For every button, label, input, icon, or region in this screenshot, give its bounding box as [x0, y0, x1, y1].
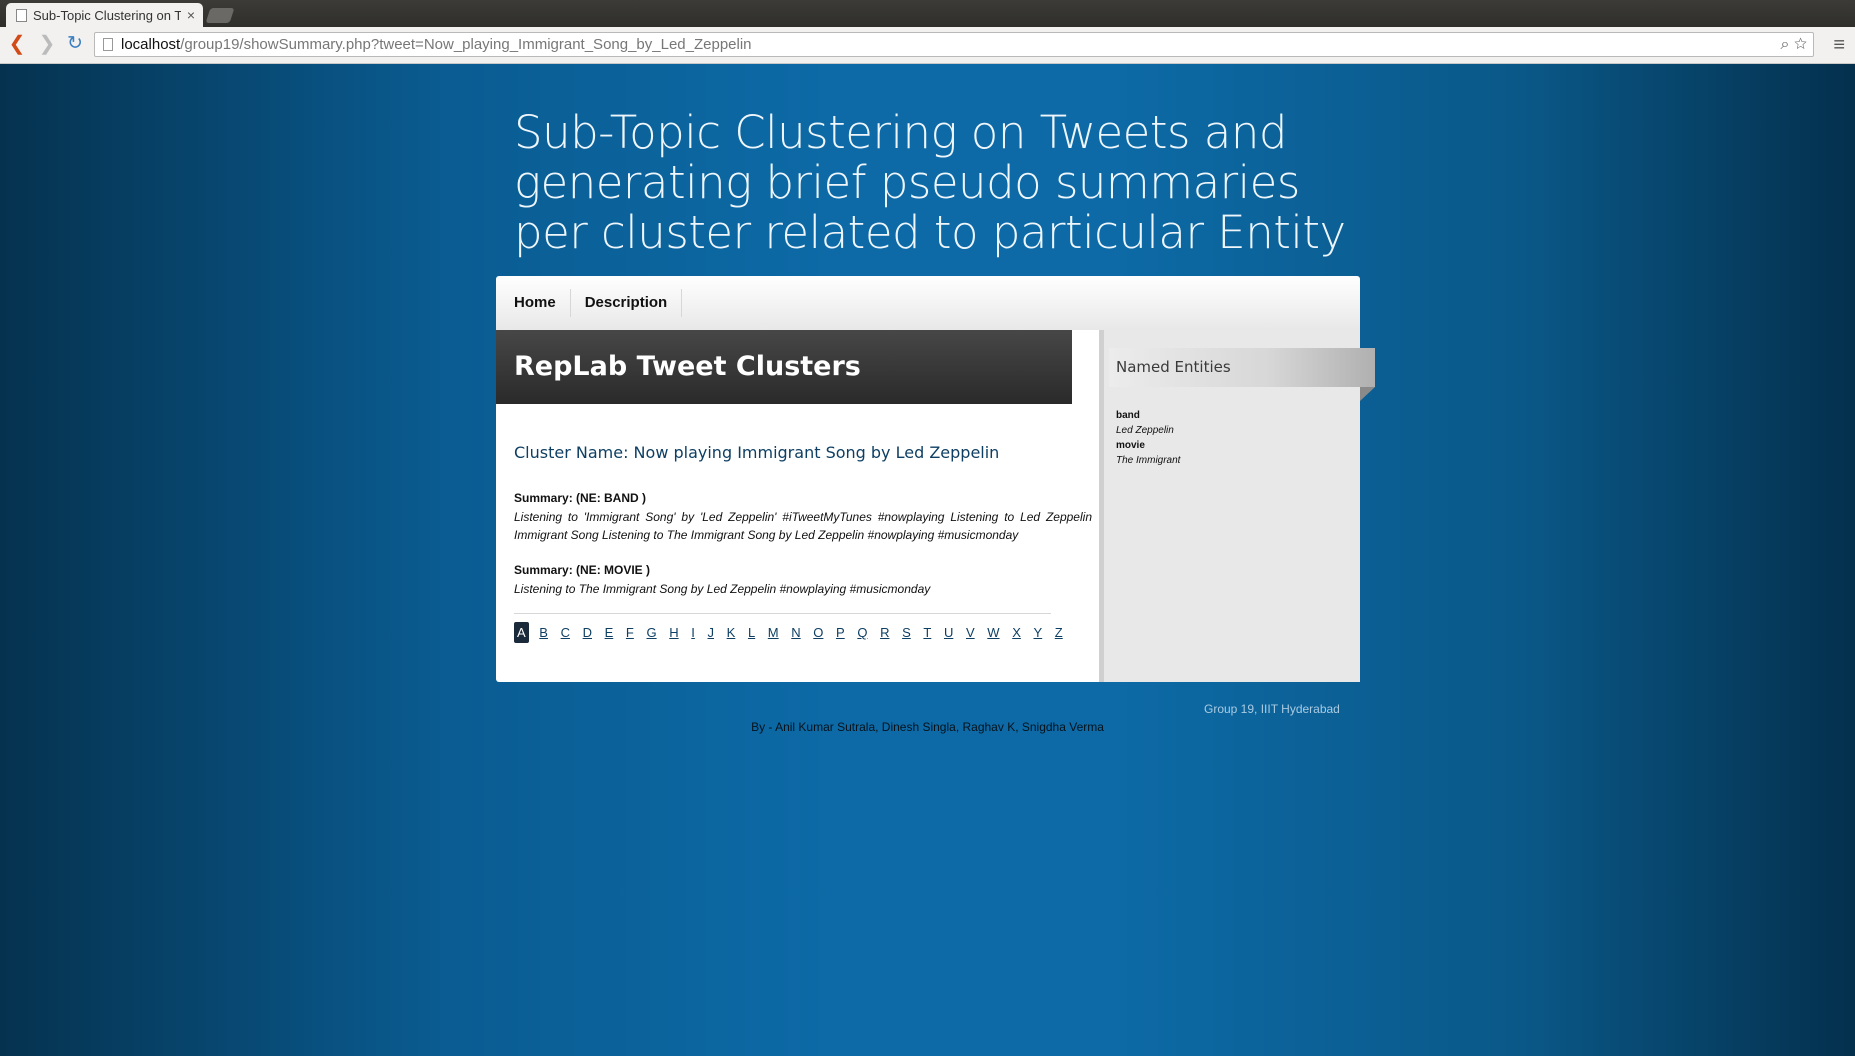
site-title: Sub-Topic Clustering on Tweets and gener…	[514, 106, 1346, 259]
footer-group: Group 19, IIIT Hyderabad	[1204, 702, 1340, 716]
content-panel: RepLab Tweet Clusters Cluster Name: Now …	[496, 330, 1375, 682]
alphabet-link-k[interactable]: K	[727, 623, 736, 642]
alphabet-link-q[interactable]: Q	[857, 623, 867, 642]
page-icon	[103, 38, 113, 51]
page-viewport: Sub-Topic Clustering on Tweets and gener…	[0, 64, 1855, 1056]
alphabet-link-m[interactable]: M	[768, 623, 779, 642]
alphabet-link-v[interactable]: V	[966, 623, 975, 642]
footer-credit: By - Anil Kumar Sutrala, Dinesh Singla, …	[751, 720, 1104, 734]
reload-icon[interactable]: ↻	[64, 33, 86, 55]
back-arrow-icon[interactable]: ❮	[6, 33, 28, 55]
alphabet-link-i[interactable]: I	[691, 623, 695, 642]
alphabet-link-w[interactable]: W	[987, 623, 999, 642]
summary-title: Summary: (NE: BAND )	[514, 491, 647, 505]
alphabet-link-l[interactable]: L	[748, 623, 755, 642]
entity-type: movie	[1116, 440, 1145, 451]
cluster-name: Cluster Name: Now playing Immigrant Song…	[514, 443, 1000, 462]
alphabet-link-s[interactable]: S	[902, 623, 911, 642]
tab-title: Sub-Topic Clustering on T	[33, 7, 181, 23]
summary-title: Summary: (NE: MOVIE )	[514, 563, 651, 577]
entity-list: band Led Zeppelin movie The Immigrant	[1116, 408, 1180, 468]
named-entities-sidebar: Named Entities band Led Zeppelin movie T…	[1099, 330, 1375, 682]
alphabet-link-y[interactable]: Y	[1033, 623, 1042, 642]
alphabet-link-b[interactable]: B	[539, 623, 548, 642]
summary-block: Summary: (NE: MOVIE ) Listening to The I…	[514, 563, 1092, 598]
main-column: RepLab Tweet Clusters Cluster Name: Now …	[496, 330, 1099, 682]
close-tab-icon[interactable]: ×	[187, 7, 195, 23]
divider	[514, 613, 1051, 614]
browser-tab-strip: Sub-Topic Clustering on T ×	[0, 0, 1855, 27]
alphabet-link-d[interactable]: D	[583, 623, 592, 642]
alphabet-link-t[interactable]: T	[923, 623, 931, 642]
alphabet-link-z[interactable]: Z	[1055, 623, 1063, 642]
entity-type: band	[1116, 410, 1140, 421]
ribbon-fold	[1360, 387, 1375, 401]
alphabet-link-u[interactable]: U	[944, 623, 953, 642]
alphabet-link-n[interactable]: N	[791, 623, 800, 642]
main-navbar: Home Description	[496, 276, 1360, 330]
page-icon	[16, 8, 27, 22]
url-host: localhost	[121, 36, 181, 53]
browser-tab[interactable]: Sub-Topic Clustering on T ×	[6, 3, 203, 27]
alphabet-link-j[interactable]: J	[708, 623, 715, 642]
url-path: /group19/showSummary.php?tweet=Now_playi…	[180, 36, 752, 53]
nav-description-link[interactable]: Description	[585, 289, 683, 317]
new-tab-button[interactable]	[205, 8, 235, 23]
entity-value: The Immigrant	[1116, 455, 1181, 466]
alphabet-link-r[interactable]: R	[880, 623, 889, 642]
forward-arrow-icon[interactable]: ❯	[36, 33, 58, 55]
entity-value: Led Zeppelin	[1116, 425, 1174, 436]
search-icon[interactable]: ⌕	[1781, 36, 1790, 53]
alphabet-link-f[interactable]: F	[626, 623, 634, 642]
alphabet-link-a[interactable]: A	[514, 622, 529, 643]
alphabet-link-c[interactable]: C	[561, 623, 570, 642]
summary-text: Listening to 'Immigrant Song' by 'Led Ze…	[514, 510, 1092, 542]
summary-block: Summary: (NE: BAND ) Listening to 'Immig…	[514, 491, 1092, 544]
summary-text: Listening to The Immigrant Song by Led Z…	[514, 582, 931, 596]
alphabet-index: A B C D E F G H I J K L M N O P Q R S T …	[514, 622, 1074, 643]
alphabet-link-e[interactable]: E	[605, 623, 614, 642]
alphabet-link-o[interactable]: O	[813, 623, 823, 642]
alphabet-link-g[interactable]: G	[647, 623, 657, 642]
sidebar-title: Named Entities	[1109, 348, 1375, 387]
alphabet-link-h[interactable]: H	[669, 623, 678, 642]
menu-icon[interactable]: ≡	[1833, 34, 1845, 57]
address-bar[interactable]: localhost/group19/showSummary.php?tweet=…	[94, 32, 1814, 57]
nav-home-link[interactable]: Home	[514, 289, 571, 317]
alphabet-link-x[interactable]: X	[1012, 623, 1021, 642]
alphabet-link-p[interactable]: P	[836, 623, 845, 642]
section-header: RepLab Tweet Clusters	[496, 330, 1072, 404]
browser-toolbar: ❮ ❯ ↻ localhost/group19/showSummary.php?…	[0, 27, 1855, 64]
star-icon[interactable]: ☆	[1794, 36, 1807, 53]
